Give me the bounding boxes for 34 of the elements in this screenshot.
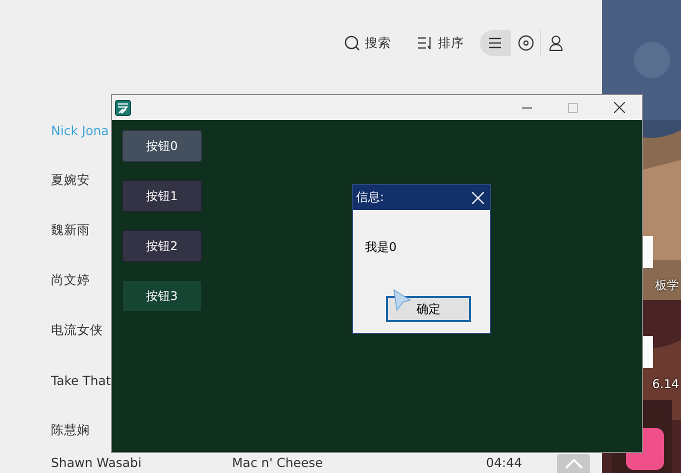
artist-name[interactable]: 电流女侠: [51, 322, 103, 338]
close-icon: [472, 192, 484, 204]
search-button[interactable]: 搜索: [344, 34, 391, 52]
app-logo-icon: [115, 100, 131, 116]
artist-name[interactable]: 魏新雨: [51, 222, 90, 238]
cursor-icon: [393, 289, 411, 311]
artist-name[interactable]: 夏婉安: [51, 172, 90, 188]
caret-up-icon: [564, 458, 582, 468]
disc-icon: [518, 35, 534, 51]
artist-name[interactable]: 尚文婷: [51, 272, 90, 288]
app-button[interactable]: 按钮3: [122, 280, 202, 312]
desktop-icon-label[interactable]: 板学: [655, 277, 679, 294]
artist-name[interactable]: 陈慧娴: [51, 422, 90, 438]
sort-button[interactable]: 排序: [417, 34, 464, 52]
user-icon: [548, 35, 562, 51]
maximize-icon: [568, 102, 578, 112]
menu-icon: [488, 37, 502, 49]
search-icon: [344, 35, 360, 51]
close-button[interactable]: [472, 192, 484, 204]
track-duration: 04:44: [486, 455, 522, 471]
dialog-message: 我是0: [365, 239, 398, 256]
minimize-icon: [522, 106, 532, 108]
app-button[interactable]: 按钮0: [122, 130, 202, 162]
list-view-button[interactable]: [480, 30, 510, 56]
dialog-title: 信息:: [356, 189, 384, 206]
desktop-icon-label[interactable]: 6.14: [652, 377, 679, 391]
sort-icon: [417, 36, 433, 50]
track-title: Mac n' Cheese: [232, 455, 324, 471]
track-artist: Shawn Wasabi: [51, 455, 142, 471]
artist-name[interactable]: Take That: [51, 372, 111, 388]
app-button[interactable]: 按钮1: [122, 180, 202, 212]
close-icon: [614, 102, 624, 113]
app-button[interactable]: 按钮2: [122, 230, 202, 262]
ok-button[interactable]: 确定: [386, 296, 471, 322]
